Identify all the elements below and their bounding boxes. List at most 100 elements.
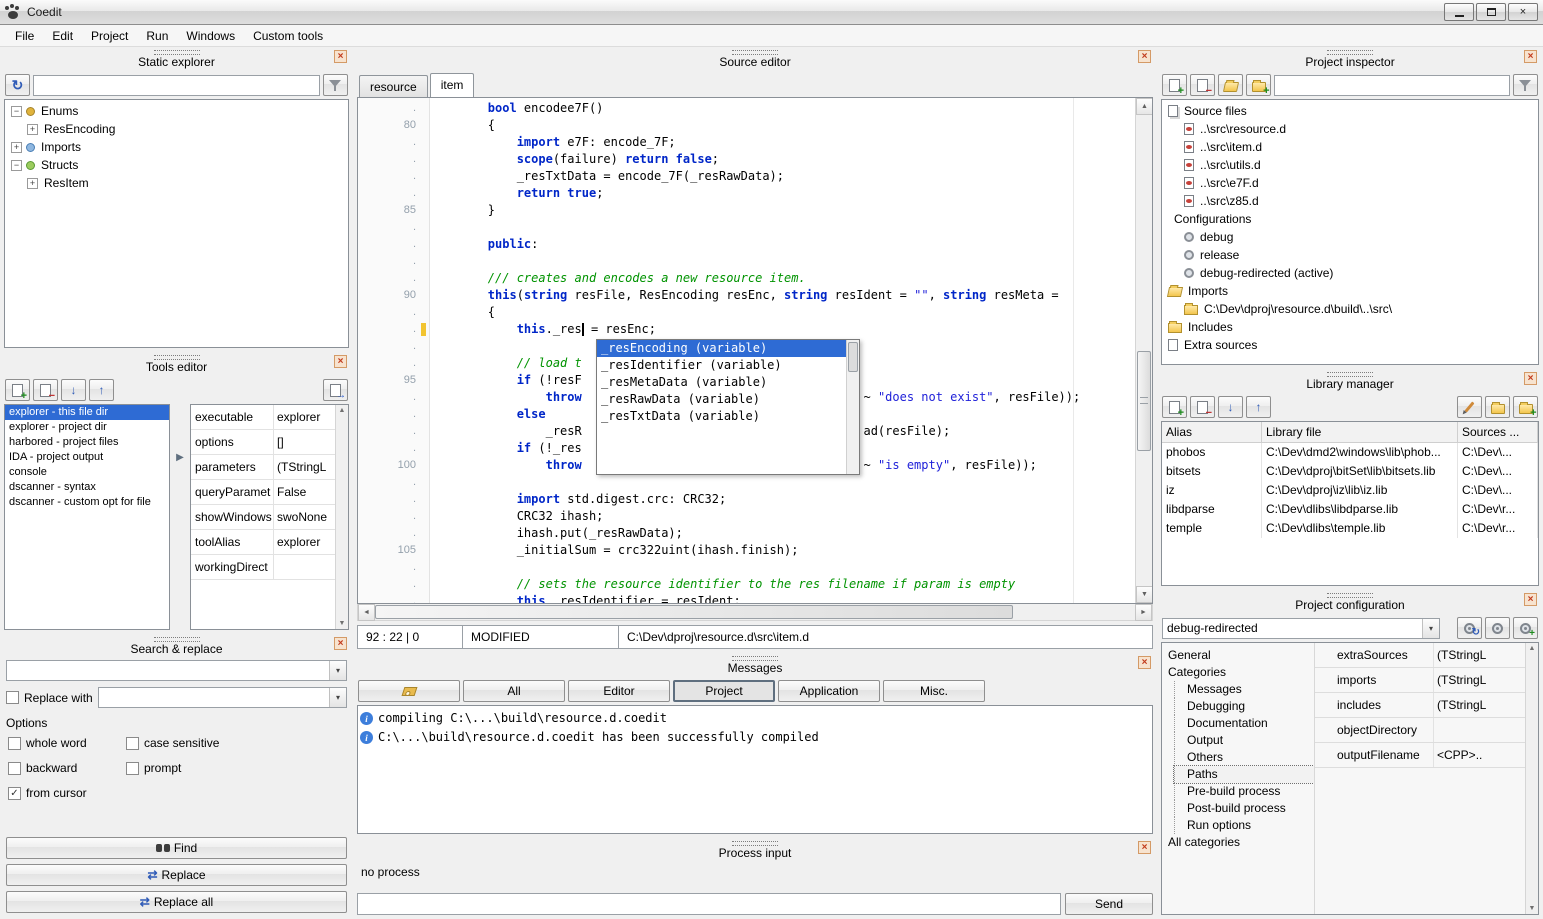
tree-item[interactable]: Extra sources [1164, 336, 1536, 354]
search-option[interactable]: backward [8, 761, 126, 775]
library-row[interactable]: izC:\Dev\dproj\iz\lib\iz.libC:\Dev\... [1162, 481, 1538, 500]
filter-all[interactable]: All [463, 680, 565, 702]
symbol-tree[interactable]: −Enums+ResEncoding+Imports−Structs+ResIt… [4, 99, 349, 348]
category-item[interactable]: Paths [1174, 766, 1314, 783]
messages-list[interactable]: icompiling C:\...\build\resource.d.coedi… [357, 705, 1153, 834]
property-value[interactable]: swoNone [273, 505, 335, 529]
column-header[interactable]: Library file [1262, 422, 1458, 442]
library-row[interactable]: libdparseC:\Dev\dlibs\libdparse.libC:\De… [1162, 500, 1538, 519]
editor-vscrollbar[interactable]: ▲ ▼ [1135, 98, 1152, 603]
library-row[interactable]: templeC:\Dev\dlibs\temple.libC:\Dev\r... [1162, 519, 1538, 538]
category-item[interactable]: Run options [1174, 817, 1314, 834]
tool-item[interactable]: dscanner - syntax [5, 480, 169, 495]
category-item[interactable]: Output [1174, 732, 1314, 749]
completion-item[interactable]: _resRawData (variable) [597, 391, 846, 408]
editor-hscrollbar[interactable]: ◄ ► [357, 604, 1153, 621]
library-row[interactable]: bitsetsC:\Dev\dproj\bitSet\lib\bitsets.l… [1162, 462, 1538, 481]
tool-item[interactable]: explorer - project dir [5, 420, 169, 435]
column-header[interactable]: Alias [1162, 422, 1262, 442]
scroll-down-icon[interactable]: ▼ [1136, 586, 1153, 603]
replace-term-combo[interactable]: ▾ [98, 687, 347, 708]
property-value[interactable] [1433, 718, 1525, 742]
dropdown-icon[interactable]: ▾ [329, 688, 346, 707]
maximize-button[interactable] [1476, 3, 1506, 21]
send-button[interactable]: Send [1065, 893, 1153, 915]
tools-list[interactable]: explorer - this file direxplorer - proje… [4, 404, 170, 630]
grid-scrollbar[interactable]: ▲ ▼ [335, 405, 348, 629]
category-item[interactable]: General [1162, 647, 1314, 664]
tool-item[interactable]: harbored - project files [5, 435, 169, 450]
unchecked-checkbox[interactable] [126, 762, 139, 775]
move-down-button[interactable]: ↓ [1218, 396, 1243, 418]
drag-grip-icon[interactable] [154, 50, 200, 55]
drag-grip-icon[interactable] [732, 50, 778, 55]
property-value[interactable]: <CPP>.. [1433, 743, 1525, 767]
open-library-file-button[interactable] [1485, 396, 1510, 418]
search-option[interactable]: case sensitive [126, 736, 347, 750]
property-value[interactable]: False [273, 480, 335, 504]
tree-item[interactable]: ..\src\resource.d [1164, 120, 1536, 138]
tree-item[interactable]: release [1164, 246, 1536, 264]
filter-editor[interactable]: Editor [568, 680, 670, 702]
replace-button[interactable]: ⇄Replace [6, 864, 347, 886]
menu-windows[interactable]: Windows [177, 26, 244, 46]
scroll-up-icon[interactable]: ▲ [339, 407, 346, 414]
scrollbar-track[interactable] [375, 604, 1135, 620]
move-up-button[interactable]: ↑ [89, 379, 114, 401]
filter-button[interactable] [1513, 74, 1538, 96]
scrollbar-thumb[interactable] [1137, 351, 1151, 451]
property-value[interactable]: (TStringL [273, 455, 335, 479]
symbol-filter-input[interactable] [33, 75, 320, 96]
scroll-up-icon[interactable]: ▲ [1529, 645, 1536, 652]
unchecked-checkbox[interactable] [8, 737, 21, 750]
execute-tool-button[interactable] [323, 379, 348, 401]
tree-item[interactable]: debug-redirected (active) [1164, 264, 1536, 282]
clone-configuration-button[interactable] [1485, 617, 1510, 639]
panel-close-ic[interactable]: × [334, 50, 347, 63]
tree-item[interactable]: +ResItem [7, 174, 346, 192]
titlebar[interactable]: Coedit × [0, 0, 1543, 25]
library-row[interactable]: phobosC:\Dev\dmd2\windows\lib\phob...C:\… [1162, 443, 1538, 462]
drag-grip-icon[interactable] [1327, 50, 1373, 55]
search-option[interactable]: prompt [126, 761, 347, 775]
panel-header[interactable]: Library manager × [1161, 369, 1539, 393]
code-editor[interactable]: .80....85....90....95....100....105... b… [357, 97, 1153, 604]
scroll-down-icon[interactable]: ▼ [339, 620, 346, 627]
scroll-up-icon[interactable]: ▲ [1136, 98, 1153, 115]
property-value[interactable]: explorer [273, 530, 335, 554]
add-library-button[interactable] [1162, 396, 1187, 418]
panel-header[interactable]: Project inspector × [1161, 47, 1539, 71]
panel-close-ic[interactable]: × [1524, 50, 1537, 63]
refresh-button[interactable]: ↻ [5, 74, 30, 96]
replace-all-button[interactable]: ⇄Replace all [6, 891, 347, 913]
message-item[interactable]: icompiling C:\...\build\resource.d.coedi… [360, 709, 1150, 728]
expand-icon[interactable]: + [11, 142, 22, 153]
menu-custom-tools[interactable]: Custom tools [244, 26, 332, 46]
drag-grip-icon[interactable] [732, 656, 778, 661]
drag-grip-icon[interactable] [1327, 372, 1373, 377]
collapse-icon[interactable]: − [11, 106, 22, 117]
tree-item[interactable]: ..\src\utils.d [1164, 156, 1536, 174]
menu-file[interactable]: File [6, 26, 43, 46]
add-import-folder-button[interactable] [1246, 74, 1271, 96]
expand-icon[interactable]: + [27, 178, 38, 189]
category-item[interactable]: Post-build process [1174, 800, 1314, 817]
tool-item[interactable]: explorer - this file dir [5, 405, 169, 420]
panel-close-ic[interactable]: × [1138, 50, 1151, 63]
panel-header[interactable]: Static explorer × [4, 47, 349, 71]
scroll-right-icon[interactable]: ► [1135, 604, 1152, 621]
scrollbar-thumb[interactable] [848, 342, 858, 372]
panel-header[interactable]: Messages × [357, 653, 1153, 677]
tree-item[interactable]: Source files [1164, 102, 1536, 120]
category-item[interactable]: All categories [1162, 834, 1314, 851]
search-option[interactable]: whole word [8, 736, 126, 750]
property-value[interactable]: (TStringL [1433, 693, 1525, 717]
grid-scrollbar[interactable]: ▲ ▼ [1525, 643, 1538, 914]
property-value[interactable]: explorer [273, 405, 335, 429]
search-option[interactable]: ✓from cursor [8, 786, 126, 800]
tool-item[interactable]: IDA - project output [5, 450, 169, 465]
panel-header[interactable]: Source editor × [357, 47, 1153, 71]
completion-item[interactable]: _resEncoding (variable) [597, 340, 846, 357]
filter-misc[interactable]: Misc. [883, 680, 985, 702]
completion-item[interactable]: _resMetaData (variable) [597, 374, 846, 391]
